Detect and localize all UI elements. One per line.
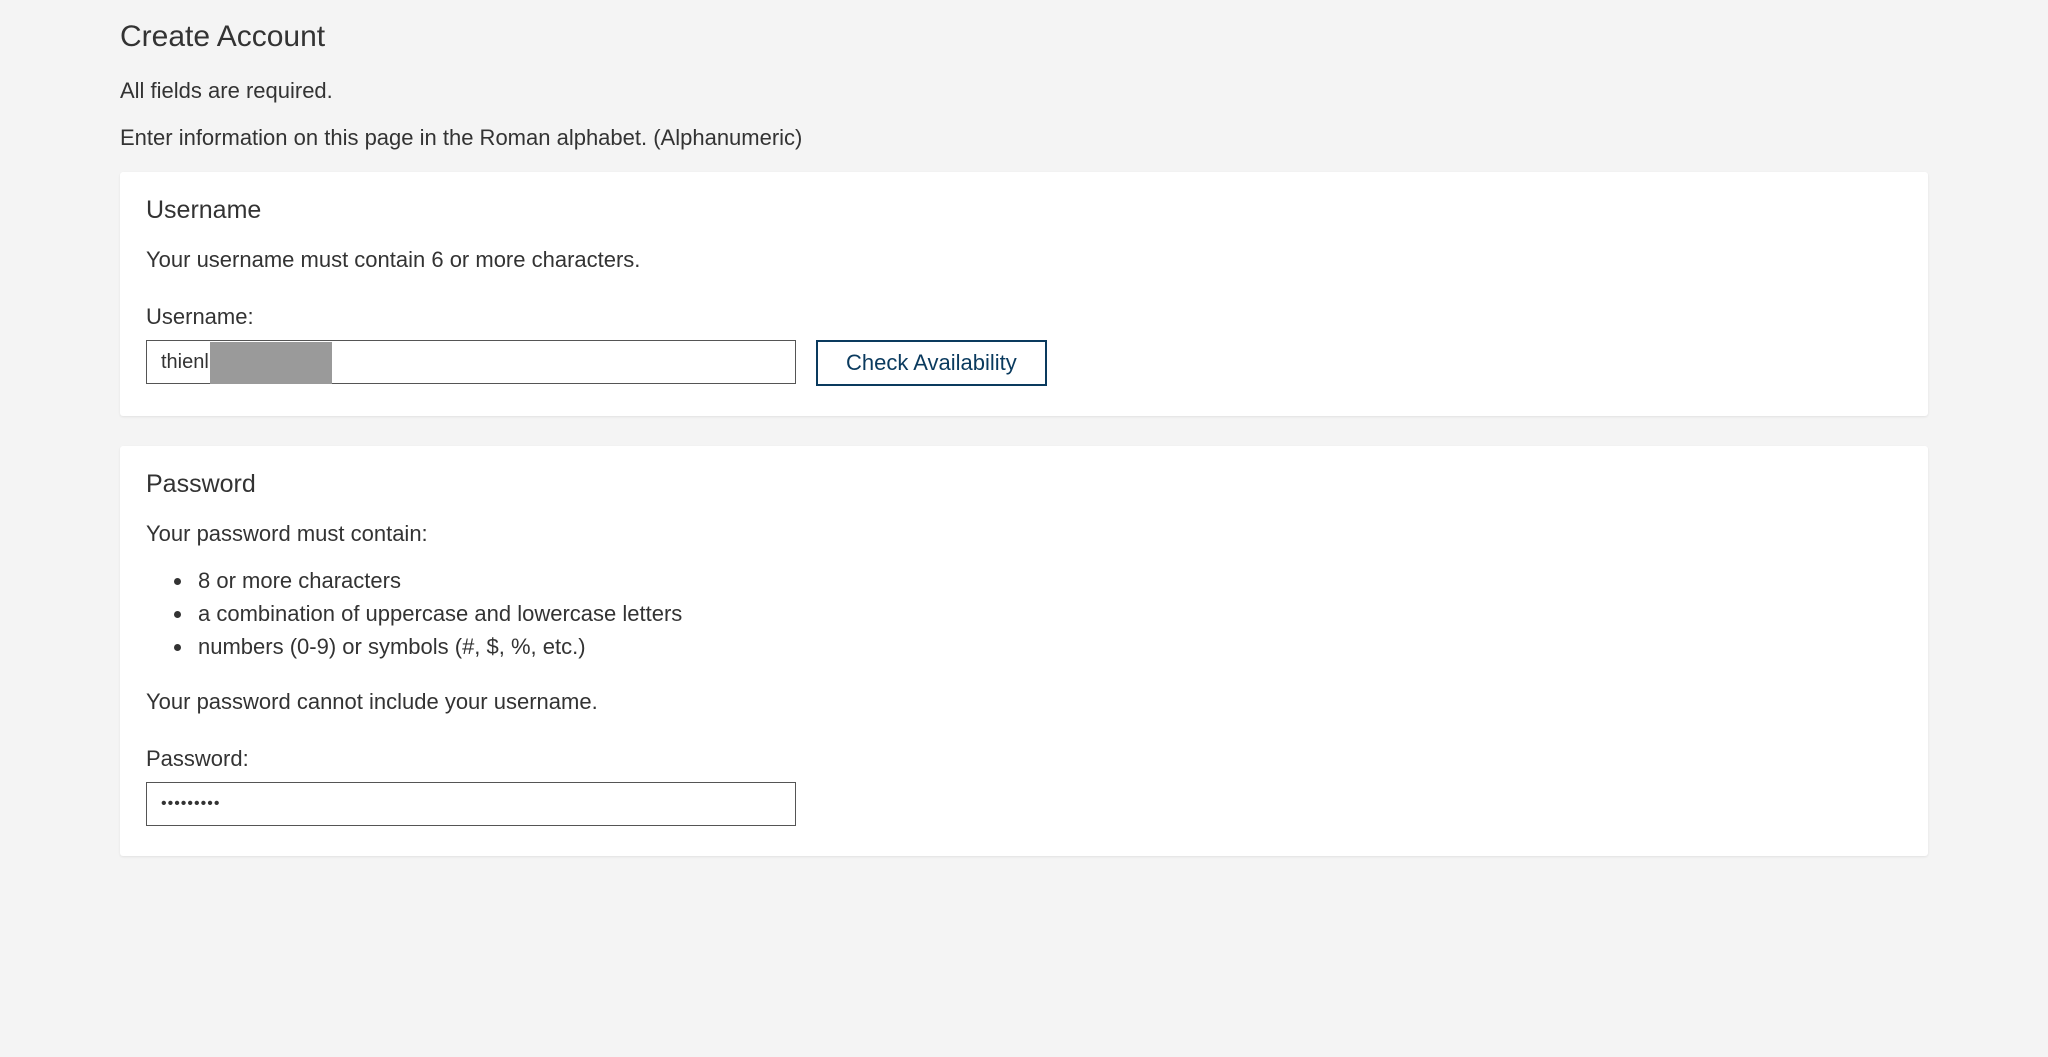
username-input-wrap	[146, 340, 796, 386]
password-input[interactable]	[146, 782, 796, 826]
username-input[interactable]	[146, 340, 796, 384]
create-account-page: Create Account All fields are required. …	[0, 0, 2048, 856]
password-section: Password Your password must contain: 8 o…	[120, 446, 1928, 856]
password-req-intro: Your password must contain:	[146, 517, 1902, 550]
password-section-title: Password	[146, 470, 1902, 499]
password-req-item: a combination of uppercase and lowercase…	[194, 597, 1902, 630]
intro-alphanumeric: Enter information on this page in the Ro…	[120, 121, 1928, 154]
username-section: Username Your username must contain 6 or…	[120, 172, 1928, 416]
password-requirements-list: 8 or more characters a combination of up…	[146, 564, 1902, 663]
intro-required: All fields are required.	[120, 74, 1928, 107]
password-req-item: 8 or more characters	[194, 564, 1902, 597]
password-req-item: numbers (0-9) or symbols (#, $, %, etc.)	[194, 630, 1902, 663]
check-availability-button[interactable]: Check Availability	[816, 340, 1047, 386]
password-req-outro: Your password cannot include your userna…	[146, 685, 1902, 718]
username-helper: Your username must contain 6 or more cha…	[146, 243, 1902, 276]
username-input-row: Check Availability	[146, 340, 1902, 386]
page-title: Create Account	[120, 20, 1928, 54]
password-label: Password:	[146, 746, 1902, 772]
username-label: Username:	[146, 304, 1902, 330]
username-section-title: Username	[146, 196, 1902, 225]
